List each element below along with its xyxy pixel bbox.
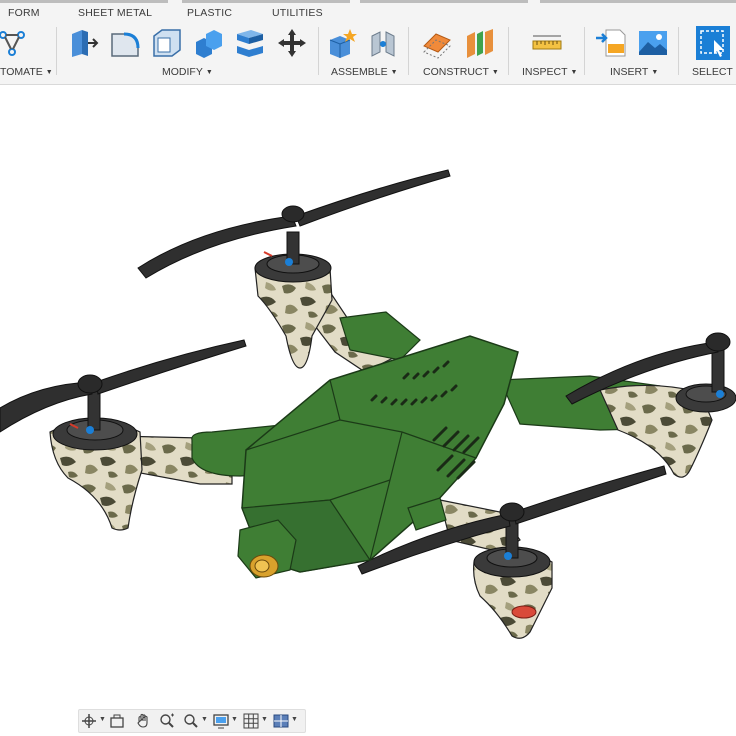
viewports-icon[interactable]: [273, 713, 291, 729]
modify-group[interactable]: MODIFY ▼: [162, 66, 213, 78]
orbit-dropdown-icon[interactable]: ▼: [99, 716, 106, 723]
new-component-icon[interactable]: [326, 26, 360, 60]
display-settings-icon[interactable]: [213, 713, 231, 729]
tab-underline: [182, 0, 350, 3]
tab-underline: [540, 0, 736, 3]
navigation-bar: ▼ ▼ ▼ ▼ ▼: [78, 709, 306, 733]
shell-icon[interactable]: [150, 26, 184, 60]
grid-icon[interactable]: [243, 713, 261, 729]
assemble-group[interactable]: ASSEMBLE ▼: [331, 66, 398, 78]
zoom-dropdown-icon[interactable]: ▼: [201, 716, 208, 723]
pan-icon[interactable]: [135, 713, 153, 729]
tab-utilities[interactable]: UTILITIES: [272, 7, 323, 19]
fillet-icon[interactable]: [108, 26, 142, 60]
midplane-icon[interactable]: [463, 26, 497, 60]
orbit-icon[interactable]: [81, 713, 99, 729]
tab-underline: [0, 0, 168, 3]
propeller-front-left: [0, 339, 247, 433]
drone-model[interactable]: [0, 85, 736, 736]
divider: [318, 27, 319, 75]
tab-plastic[interactable]: PLASTIC: [187, 7, 232, 19]
toolbar: FORM SHEET METAL PLASTIC UTILITIES TOMAT…: [0, 0, 736, 85]
divider: [584, 27, 585, 75]
move-icon[interactable]: [275, 26, 309, 60]
zoom-icon[interactable]: [159, 713, 177, 729]
split-body-icon[interactable]: [233, 26, 267, 60]
insert-svg-icon[interactable]: [594, 26, 628, 60]
tab-sheet-metal[interactable]: SHEET METAL: [78, 7, 152, 19]
viewports-dropdown-icon[interactable]: ▼: [291, 716, 298, 723]
fit-icon[interactable]: [183, 713, 201, 729]
combine-icon[interactable]: [192, 26, 226, 60]
canvas-viewport[interactable]: [0, 85, 736, 736]
press-pull-icon[interactable]: [66, 26, 100, 60]
inspect-group[interactable]: INSPECT ▼: [522, 66, 577, 78]
divider: [408, 27, 409, 75]
divider: [678, 27, 679, 75]
divider: [508, 27, 509, 75]
measure-icon[interactable]: [530, 26, 564, 60]
divider: [56, 27, 57, 75]
display-dropdown-icon[interactable]: ▼: [231, 716, 238, 723]
joint-icon[interactable]: [366, 26, 400, 60]
tab-form[interactable]: FORM: [8, 7, 40, 19]
look-at-icon[interactable]: [109, 713, 127, 729]
select-group[interactable]: SELECT▼: [692, 66, 736, 78]
select-icon[interactable]: [696, 26, 730, 60]
arm-rear-right: [499, 343, 736, 478]
automate-icon[interactable]: [0, 26, 30, 60]
offset-plane-icon[interactable]: [420, 26, 454, 60]
insert-image-icon[interactable]: [636, 26, 670, 60]
grid-dropdown-icon[interactable]: ▼: [261, 716, 268, 723]
tab-underline: [360, 0, 528, 3]
insert-group[interactable]: INSERT ▼: [610, 66, 658, 78]
tab-strip: FORM SHEET METAL PLASTIC UTILITIES: [0, 0, 736, 22]
construct-group[interactable]: CONSTRUCT ▼: [423, 66, 499, 78]
automate-group[interactable]: TOMATE ▼: [0, 66, 53, 78]
